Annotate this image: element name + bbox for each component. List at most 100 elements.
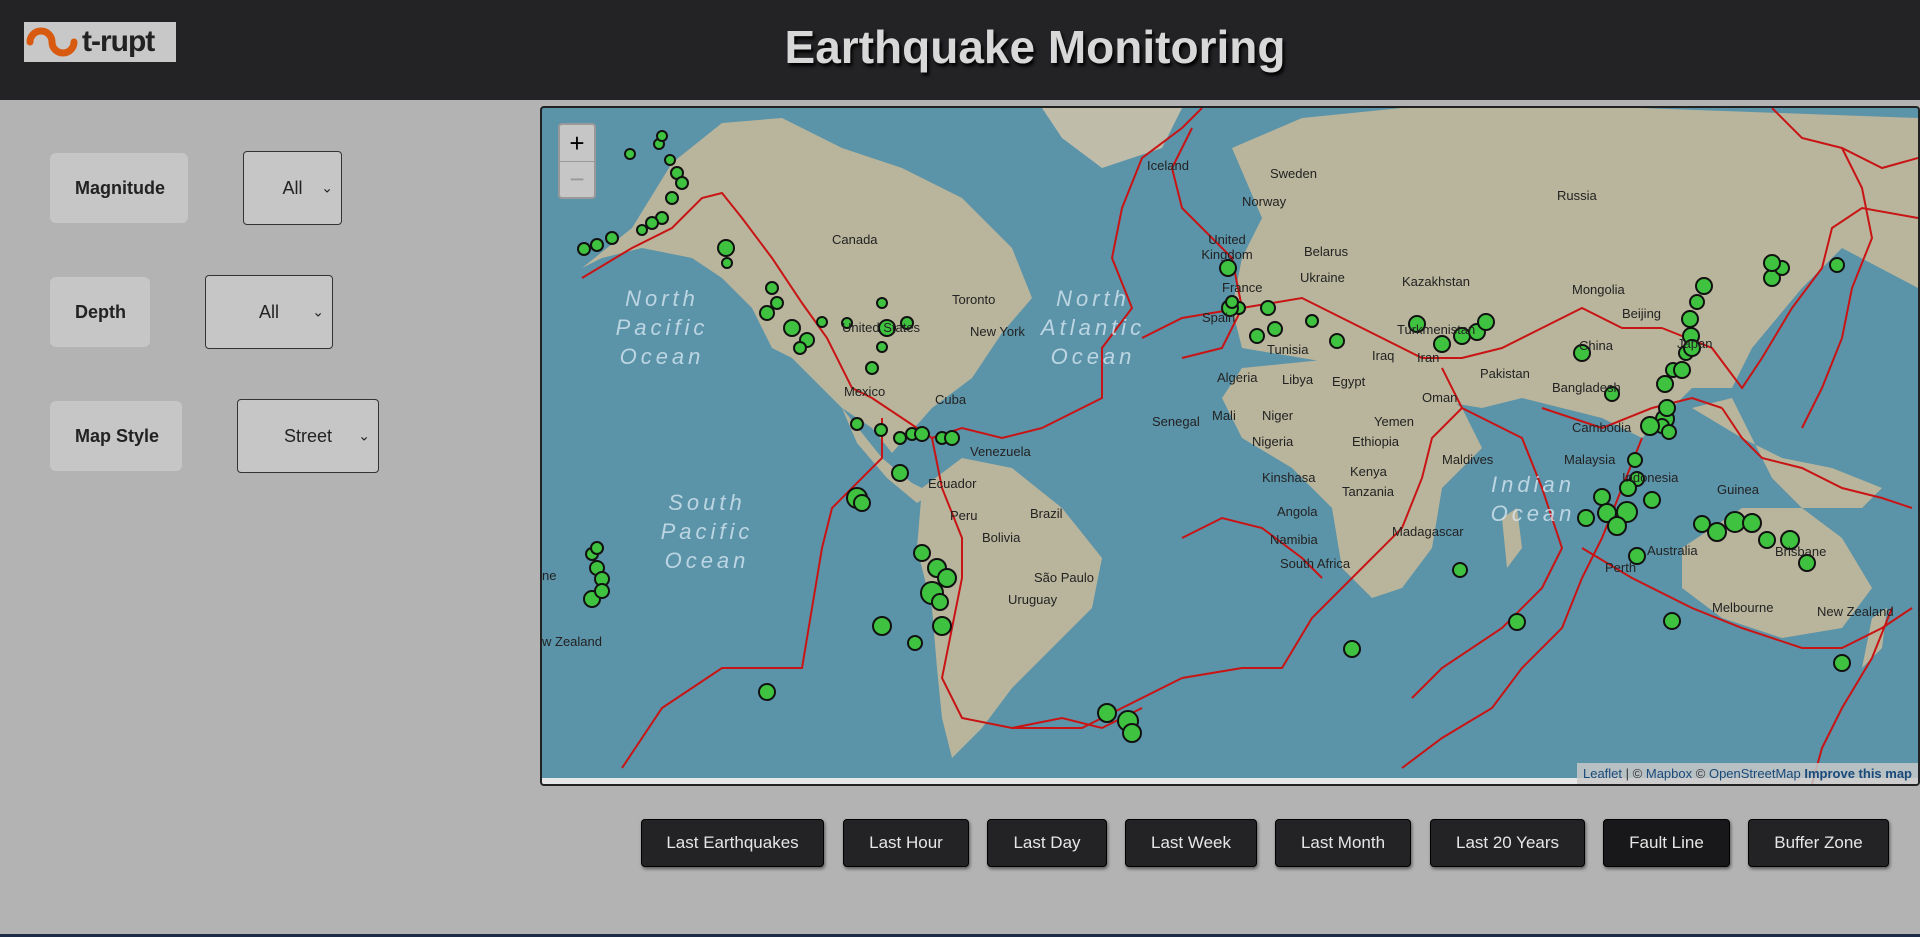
earthquake-marker[interactable] xyxy=(876,341,888,353)
earthquake-marker[interactable] xyxy=(853,494,871,512)
chevron-down-icon: ⌄ xyxy=(312,303,324,320)
earthquake-marker[interactable] xyxy=(793,341,807,355)
earthquake-marker[interactable] xyxy=(665,191,679,205)
earthquake-marker[interactable] xyxy=(893,431,907,445)
earthquake-marker[interactable] xyxy=(1689,294,1705,310)
earthquake-marker[interactable] xyxy=(1643,491,1661,509)
earthquake-marker[interactable] xyxy=(605,231,619,245)
earthquake-marker[interactable] xyxy=(758,683,776,701)
last-hour-button[interactable]: Last Hour xyxy=(843,819,969,867)
earthquake-marker[interactable] xyxy=(1249,328,1265,344)
earthquake-marker[interactable] xyxy=(675,176,689,190)
openstreetmap-link[interactable]: OpenStreetMap xyxy=(1709,766,1801,781)
earthquake-marker[interactable] xyxy=(1097,703,1117,723)
earthquake-marker[interactable] xyxy=(717,239,735,257)
earthquake-marker[interactable] xyxy=(1656,375,1674,393)
earthquake-marker[interactable] xyxy=(1219,259,1237,277)
earthquake-map[interactable]: Iceland Sweden Norway Russia United King… xyxy=(540,106,1920,786)
earthquake-marker[interactable] xyxy=(1593,488,1611,506)
place-label: ne xyxy=(542,568,557,583)
earthquake-marker[interactable] xyxy=(1661,424,1677,440)
earthquake-marker[interactable] xyxy=(850,417,864,431)
place-label: Perth xyxy=(1605,560,1637,575)
earthquake-marker[interactable] xyxy=(1305,314,1319,328)
earthquake-marker[interactable] xyxy=(913,544,931,562)
earthquake-marker[interactable] xyxy=(1707,522,1727,542)
ocean-label: Indian Ocean xyxy=(1490,472,1576,526)
earthquake-marker[interactable] xyxy=(590,238,604,252)
earthquake-marker[interactable] xyxy=(770,296,784,310)
earthquake-marker[interactable] xyxy=(783,319,801,337)
earthquake-marker[interactable] xyxy=(1742,513,1762,533)
earthquake-marker[interactable] xyxy=(590,541,604,555)
earthquake-marker[interactable] xyxy=(1758,531,1776,549)
earthquake-marker[interactable] xyxy=(891,464,909,482)
earthquake-marker[interactable] xyxy=(1829,257,1845,273)
earthquake-marker[interactable] xyxy=(636,224,648,236)
earthquake-marker[interactable] xyxy=(1663,612,1681,630)
last-day-button[interactable]: Last Day xyxy=(987,819,1107,867)
last-month-button[interactable]: Last Month xyxy=(1275,819,1411,867)
earthquake-marker[interactable] xyxy=(765,281,779,295)
earthquake-marker[interactable] xyxy=(1681,310,1699,328)
earthquake-marker[interactable] xyxy=(1640,416,1660,436)
earthquake-marker[interactable] xyxy=(1225,295,1239,309)
improve-map-link[interactable]: Improve this map xyxy=(1804,766,1912,781)
map-style-select[interactable]: Street ⌄ xyxy=(237,399,379,473)
earthquake-marker[interactable] xyxy=(1695,277,1713,295)
earthquake-marker[interactable] xyxy=(1724,511,1746,533)
magnitude-select[interactable]: All ⌄ xyxy=(243,151,342,225)
place-label: w Zealand xyxy=(542,634,602,649)
place-label: Spain xyxy=(1202,310,1236,325)
earthquake-marker[interactable] xyxy=(1343,640,1361,658)
place-label: Maldives xyxy=(1442,452,1494,467)
earthquake-marker[interactable] xyxy=(1267,321,1283,337)
fault-line-button[interactable]: Fault Line xyxy=(1603,819,1730,867)
buffer-zone-button[interactable]: Buffer Zone xyxy=(1748,819,1889,867)
place-label: Yemen xyxy=(1374,414,1414,429)
earthquake-marker[interactable] xyxy=(1508,613,1526,631)
zoom-in-button[interactable]: + xyxy=(560,125,594,161)
earthquake-marker[interactable] xyxy=(944,430,960,446)
place-label: Venezuela xyxy=(970,444,1031,459)
earthquake-marker[interactable] xyxy=(664,154,676,166)
earthquake-marker[interactable] xyxy=(656,130,668,142)
leaflet-link[interactable]: Leaflet xyxy=(1583,766,1622,781)
place-label: Australia xyxy=(1647,543,1698,558)
earthquake-marker[interactable] xyxy=(1477,313,1495,331)
place-label: New Zealand xyxy=(1817,604,1894,619)
earthquake-marker[interactable] xyxy=(1627,452,1643,468)
earthquake-marker[interactable] xyxy=(1452,562,1468,578)
last-earthquakes-button[interactable]: Last Earthquakes xyxy=(641,819,824,867)
mapbox-link[interactable]: Mapbox xyxy=(1646,766,1692,781)
earthquake-marker[interactable] xyxy=(1658,399,1676,417)
earthquake-marker[interactable] xyxy=(721,257,733,269)
earthquake-marker[interactable] xyxy=(931,593,949,611)
earthquake-marker[interactable] xyxy=(1329,333,1345,349)
earthquake-marker[interactable] xyxy=(876,297,888,309)
place-label: Egypt xyxy=(1332,374,1366,389)
earthquake-marker[interactable] xyxy=(874,423,888,437)
earthquake-marker[interactable] xyxy=(1607,516,1627,536)
earthquake-marker[interactable] xyxy=(577,242,591,256)
last-week-button[interactable]: Last Week xyxy=(1125,819,1257,867)
earthquake-marker[interactable] xyxy=(937,568,957,588)
earthquake-marker[interactable] xyxy=(865,361,879,375)
earthquake-marker[interactable] xyxy=(1763,254,1781,272)
last-20-years-button[interactable]: Last 20 Years xyxy=(1430,819,1585,867)
earthquake-marker[interactable] xyxy=(645,216,659,230)
earthquake-marker[interactable] xyxy=(816,316,828,328)
zoom-out-button[interactable]: − xyxy=(560,161,594,197)
earthquake-marker[interactable] xyxy=(907,635,923,651)
earthquake-marker[interactable] xyxy=(1260,300,1276,316)
earthquake-marker[interactable] xyxy=(1673,361,1691,379)
earthquake-marker[interactable] xyxy=(872,616,892,636)
earthquake-marker[interactable] xyxy=(932,616,952,636)
earthquake-marker[interactable] xyxy=(1122,723,1142,743)
earthquake-marker[interactable] xyxy=(914,426,930,442)
earthquake-marker[interactable] xyxy=(594,583,610,599)
depth-select[interactable]: All ⌄ xyxy=(205,275,333,349)
earthquake-marker[interactable] xyxy=(624,148,636,160)
earthquake-marker[interactable] xyxy=(759,305,775,321)
earthquake-marker[interactable] xyxy=(1833,654,1851,672)
